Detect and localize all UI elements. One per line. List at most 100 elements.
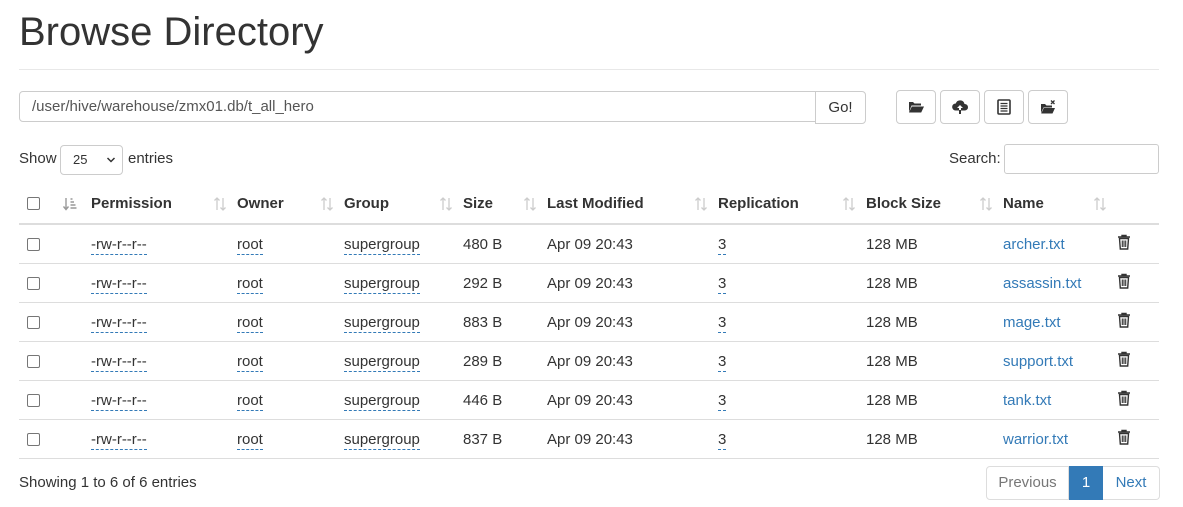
row-checkbox[interactable] (27, 432, 40, 446)
cut-folder-icon (1040, 100, 1055, 114)
permission-link[interactable]: -rw-r--r-- (91, 352, 147, 372)
directory-path-input[interactable] (19, 91, 816, 122)
entries-per-page-select[interactable]: 25 (60, 145, 123, 175)
permission-link[interactable]: -rw-r--r-- (91, 313, 147, 333)
folder-open-icon (908, 102, 924, 113)
group-cell: supergroup (344, 419, 463, 459)
search-input[interactable] (1004, 144, 1159, 174)
table-row: -rw-r--r-- root supergroup 446 B Apr 09 20:4… (19, 380, 1159, 420)
replication-link[interactable]: 3 (718, 235, 727, 255)
page-title: Browse Directory (19, 10, 324, 54)
replication-link[interactable]: 3 (718, 391, 727, 411)
owner-link[interactable]: root (237, 313, 263, 333)
table-row: -rw-r--r-- root supergroup 289 B Apr 09 20:4… (19, 341, 1159, 381)
column-label-size: Size (463, 195, 494, 212)
group-link[interactable]: supergroup (344, 391, 420, 411)
row-checkbox[interactable] (27, 237, 40, 251)
row-checkbox[interactable] (27, 393, 40, 407)
column-header-permission[interactable]: Permission (91, 184, 237, 225)
entries-label: entries (128, 150, 174, 167)
cut-folder-button[interactable] (1028, 90, 1068, 124)
group-link[interactable]: supergroup (344, 274, 420, 294)
row-checkbox[interactable] (27, 354, 40, 368)
select-all-header (19, 184, 63, 225)
select-all-checkbox[interactable] (27, 197, 40, 210)
trash-icon[interactable] (1117, 390, 1131, 406)
row-select-cell (19, 419, 63, 459)
name-cell: warrior.txt (1003, 419, 1117, 459)
trash-icon[interactable] (1117, 312, 1131, 328)
file-name-link[interactable]: assassin.txt (1003, 275, 1081, 292)
owner-link[interactable]: root (237, 430, 263, 450)
group-cell: supergroup (344, 263, 463, 303)
size-cell: 289 B (463, 341, 547, 381)
show-label: Show (19, 150, 57, 167)
owner-link[interactable]: root (237, 391, 263, 411)
row-checkbox[interactable] (27, 315, 40, 329)
trash-icon[interactable] (1117, 351, 1131, 367)
column-label-permission: Permission (91, 195, 172, 212)
type-column-header[interactable] (63, 184, 91, 225)
replication-cell: 3 (718, 302, 866, 342)
column-header-group[interactable]: Group (344, 184, 463, 225)
replication-link[interactable]: 3 (718, 352, 727, 372)
column-header-owner[interactable]: Owner (237, 184, 344, 225)
owner-link[interactable]: root (237, 352, 263, 372)
column-header-name[interactable]: Name (1003, 184, 1117, 225)
table-row: -rw-r--r-- root supergroup 837 B Apr 09 20:4… (19, 419, 1159, 459)
replication-link[interactable]: 3 (718, 430, 727, 450)
owner-link[interactable]: root (237, 235, 263, 255)
file-name-link[interactable]: support.txt (1003, 353, 1073, 370)
group-link[interactable]: supergroup (344, 430, 420, 450)
upload-button[interactable] (940, 90, 980, 124)
row-type-cell (63, 263, 91, 303)
actions-column-header (1117, 184, 1159, 225)
row-select-cell (19, 224, 63, 264)
size-cell: 446 B (463, 380, 547, 420)
permission-link[interactable]: -rw-r--r-- (91, 430, 147, 450)
sort-icon (980, 197, 992, 211)
owner-cell: root (237, 302, 344, 342)
pagination: Previous 1 Next (986, 466, 1160, 500)
group-link[interactable]: supergroup (344, 352, 420, 372)
cut-paste-button[interactable] (984, 90, 1024, 124)
column-header-block-size[interactable]: Block Size (866, 184, 1003, 225)
entries-selected-value: 25 (73, 152, 88, 167)
column-header-replication[interactable]: Replication (718, 184, 866, 225)
sort-icon (440, 197, 452, 211)
replication-cell: 3 (718, 341, 866, 381)
row-checkbox[interactable] (27, 276, 40, 290)
page-1-button[interactable]: 1 (1069, 466, 1103, 500)
column-header-last-modified[interactable]: Last Modified (547, 184, 718, 225)
search-label: Search: (949, 150, 1001, 167)
trash-icon[interactable] (1117, 273, 1131, 289)
permission-link[interactable]: -rw-r--r-- (91, 391, 147, 411)
replication-cell: 3 (718, 419, 866, 459)
permission-cell: -rw-r--r-- (91, 302, 237, 342)
previous-page-button[interactable]: Previous (986, 466, 1069, 500)
sort-icon (321, 197, 333, 211)
delete-cell (1117, 224, 1159, 264)
row-type-cell (63, 224, 91, 264)
permission-link[interactable]: -rw-r--r-- (91, 235, 147, 255)
permission-link[interactable]: -rw-r--r-- (91, 274, 147, 294)
group-link[interactable]: supergroup (344, 313, 420, 333)
trash-icon[interactable] (1117, 429, 1131, 445)
replication-link[interactable]: 3 (718, 313, 727, 333)
file-name-link[interactable]: warrior.txt (1003, 431, 1068, 448)
owner-link[interactable]: root (237, 274, 263, 294)
file-name-link[interactable]: tank.txt (1003, 392, 1051, 409)
go-button[interactable]: Go! (815, 91, 866, 124)
next-page-button[interactable]: Next (1103, 466, 1160, 500)
trash-icon[interactable] (1117, 234, 1131, 250)
column-header-size[interactable]: Size (463, 184, 547, 225)
row-type-cell (63, 302, 91, 342)
group-link[interactable]: supergroup (344, 235, 420, 255)
file-name-link[interactable]: archer.txt (1003, 236, 1065, 253)
replication-link[interactable]: 3 (718, 274, 727, 294)
sort-icon (843, 197, 855, 211)
row-select-cell (19, 341, 63, 381)
delete-cell (1117, 419, 1159, 459)
file-name-link[interactable]: mage.txt (1003, 314, 1061, 331)
create-directory-button[interactable] (896, 90, 936, 124)
